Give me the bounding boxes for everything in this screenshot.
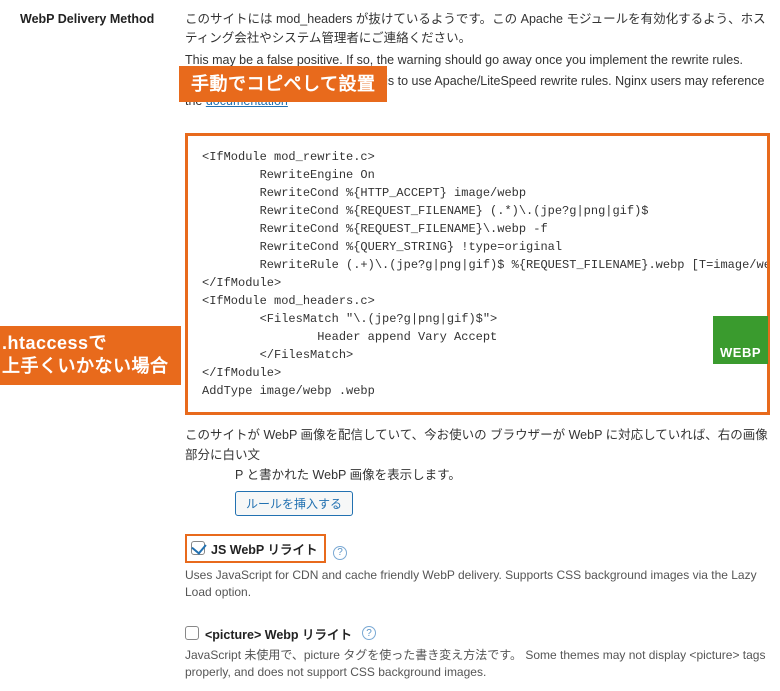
setting-label: WebP Delivery Method xyxy=(20,10,185,26)
js-webp-rewrite-option[interactable]: JS WebP リライト xyxy=(185,534,326,563)
js-webp-description: Uses JavaScript for CDN and cache friend… xyxy=(185,567,770,602)
help-icon[interactable]: ? xyxy=(362,626,376,640)
picture-webp-description: JavaScript 未使用で、picture タグを使った書き変え方法です。 … xyxy=(185,647,770,682)
callout-htaccess-line1: .htaccessで xyxy=(2,333,107,353)
insert-rules-button[interactable]: ルールを挿入する xyxy=(235,491,353,516)
callout-htaccess-line2: 上手くいかない場合 xyxy=(2,356,169,376)
picture-webp-checkbox[interactable] xyxy=(185,626,199,640)
webp-description-line1: このサイトが WebP 画像を配信していて、今お使いの ブラウザーが WebP … xyxy=(185,428,768,462)
rewrite-rules-code[interactable]: <IfModule mod_rewrite.c> RewriteEngine O… xyxy=(185,133,770,415)
warning-jp: このサイトには mod_headers が抜けているようです。この Apache… xyxy=(185,10,770,49)
js-webp-checkbox[interactable] xyxy=(191,541,205,555)
callout-htaccess-fail: .htaccessで 上手くいかない場合 xyxy=(0,326,181,385)
js-webp-label: JS WebP リライト xyxy=(211,539,318,558)
webp-preview-badge: WEBP xyxy=(713,316,768,364)
callout-copy-paste: 手動でコピペして設置 xyxy=(179,66,387,102)
webp-description: このサイトが WebP 画像を配信していて、今お使いの ブラウザーが WebP … xyxy=(185,425,770,485)
picture-webp-label: <picture> Webp リライト xyxy=(205,624,352,643)
webp-description-line2: P と書かれた WebP 画像を表示します。 xyxy=(235,468,461,482)
help-icon[interactable]: ? xyxy=(333,546,347,560)
